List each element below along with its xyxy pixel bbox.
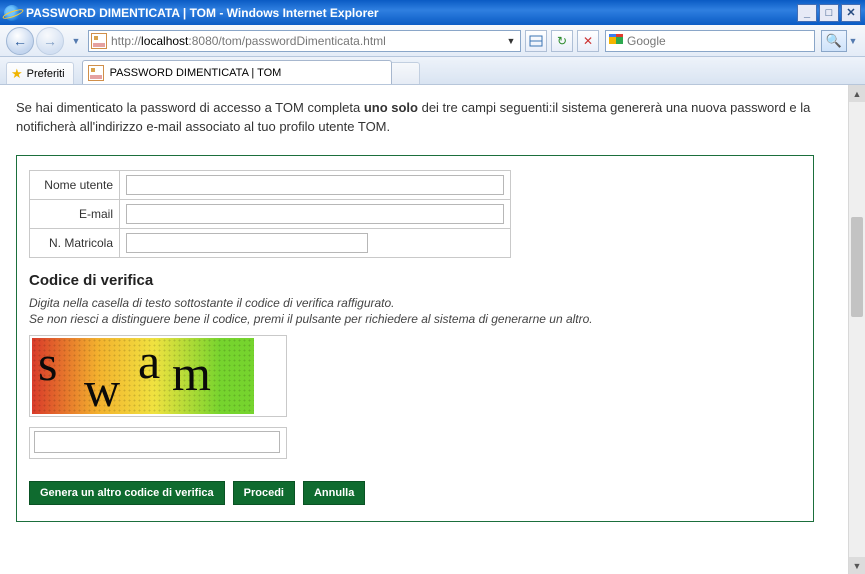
content-viewport: Se hai dimenticato la password di access… — [0, 85, 865, 574]
address-text: http://localhost:8080/tom/passwordDiment… — [111, 34, 504, 48]
page-content: Se hai dimenticato la password di access… — [0, 85, 848, 574]
scroll-down-button[interactable]: ▼ — [849, 557, 865, 574]
star-icon: ★ — [11, 66, 23, 82]
favorites-button[interactable]: ★ Preferiti — [6, 62, 74, 84]
captcha-input[interactable] — [34, 431, 280, 453]
form-frame: Nome utente E-mail N. Matricola — [16, 155, 814, 522]
cell-matricola-input — [120, 228, 511, 257]
verify-title: Codice di verifica — [29, 272, 801, 289]
scroll-thumb[interactable] — [851, 217, 863, 317]
nav-arrows: ← → — [6, 27, 64, 55]
regen-captcha-button[interactable]: Genera un altro codice di verifica — [29, 481, 225, 505]
address-bar[interactable]: http://localhost:8080/tom/passwordDiment… — [88, 30, 521, 52]
compat-view-button[interactable] — [525, 30, 547, 52]
search-options-dropdown[interactable]: ▼ — [847, 36, 859, 46]
forward-button[interactable]: → — [36, 27, 64, 55]
cancel-button[interactable]: Annulla — [303, 481, 365, 505]
row-username: Nome utente — [30, 170, 511, 199]
tab-strip: ★ Preferiti PASSWORD DIMENTICATA | TOM — [0, 57, 865, 85]
scroll-up-button[interactable]: ▲ — [849, 85, 865, 102]
back-button[interactable]: ← — [6, 27, 34, 55]
username-input[interactable] — [126, 175, 504, 195]
credentials-table: Nome utente E-mail N. Matricola — [29, 170, 511, 258]
row-email: E-mail — [30, 199, 511, 228]
window-controls: _ □ ✕ — [797, 4, 861, 22]
email-input[interactable] — [126, 204, 504, 224]
captcha-char-2: w — [84, 360, 120, 414]
button-row: Genera un altro codice di verifica Proce… — [29, 481, 801, 505]
intro-pre: Se hai dimenticato la password di access… — [16, 100, 364, 115]
search-placeholder: Google — [627, 34, 811, 48]
captcha-char-1: s — [38, 338, 57, 392]
page-broken-icon — [91, 33, 107, 49]
verify-help-1: Digita nella casella di testo sottostant… — [29, 296, 395, 310]
maximize-button[interactable]: □ — [819, 4, 839, 22]
tab-title: PASSWORD DIMENTICATA | TOM — [110, 67, 282, 79]
page-broken-icon — [88, 65, 104, 81]
captcha-char-3: a — [138, 338, 160, 390]
google-icon-part — [609, 37, 623, 51]
nav-history-dropdown[interactable]: ▼ — [70, 31, 82, 51]
navigation-bar: ← → ▼ http://localhost:8080/tom/password… — [0, 25, 865, 57]
vertical-scrollbar[interactable]: ▲ ▼ — [848, 85, 865, 574]
captcha-input-wrap — [29, 427, 287, 459]
intro-text: Se hai dimenticato la password di access… — [16, 99, 816, 137]
minimize-button[interactable]: _ — [797, 4, 817, 22]
close-button[interactable]: ✕ — [841, 4, 861, 22]
ie-icon — [4, 5, 20, 21]
search-go-button[interactable]: 🔍 — [821, 30, 847, 52]
url-scheme: http:// — [111, 34, 141, 48]
new-tab-button[interactable] — [392, 62, 420, 84]
captcha-image: s w a m — [32, 338, 254, 414]
tab-active[interactable]: PASSWORD DIMENTICATA | TOM — [82, 60, 392, 84]
verify-help-2: Se non riesci a distinguere bene il codi… — [29, 312, 593, 326]
label-username: Nome utente — [30, 170, 120, 199]
stop-button[interactable]: ✕ — [577, 30, 599, 52]
label-matricola: N. Matricola — [30, 228, 120, 257]
refresh-button[interactable]: ↻ — [551, 30, 573, 52]
row-matricola: N. Matricola — [30, 228, 511, 257]
verify-help: Digita nella casella di testo sottostant… — [29, 295, 801, 327]
proceed-button[interactable]: Procedi — [233, 481, 295, 505]
search-box[interactable]: Google — [605, 30, 815, 52]
address-dropdown-icon[interactable]: ▼ — [504, 36, 518, 46]
cell-email-input — [120, 199, 511, 228]
window-titlebar: PASSWORD DIMENTICATA | TOM - Windows Int… — [0, 0, 865, 25]
matricola-input[interactable] — [126, 233, 368, 253]
url-path: :8080/tom/passwordDimenticata.html — [188, 34, 385, 48]
scroll-track[interactable] — [849, 102, 865, 557]
cell-username-input — [120, 170, 511, 199]
captcha-container: s w a m — [29, 335, 287, 417]
intro-bold: uno solo — [364, 100, 418, 115]
captcha-char-4: m — [172, 344, 211, 402]
favorites-label: Preferiti — [27, 68, 65, 80]
label-email: E-mail — [30, 199, 120, 228]
window-title: PASSWORD DIMENTICATA | TOM - Windows Int… — [26, 6, 797, 20]
url-host: localhost — [141, 34, 188, 48]
